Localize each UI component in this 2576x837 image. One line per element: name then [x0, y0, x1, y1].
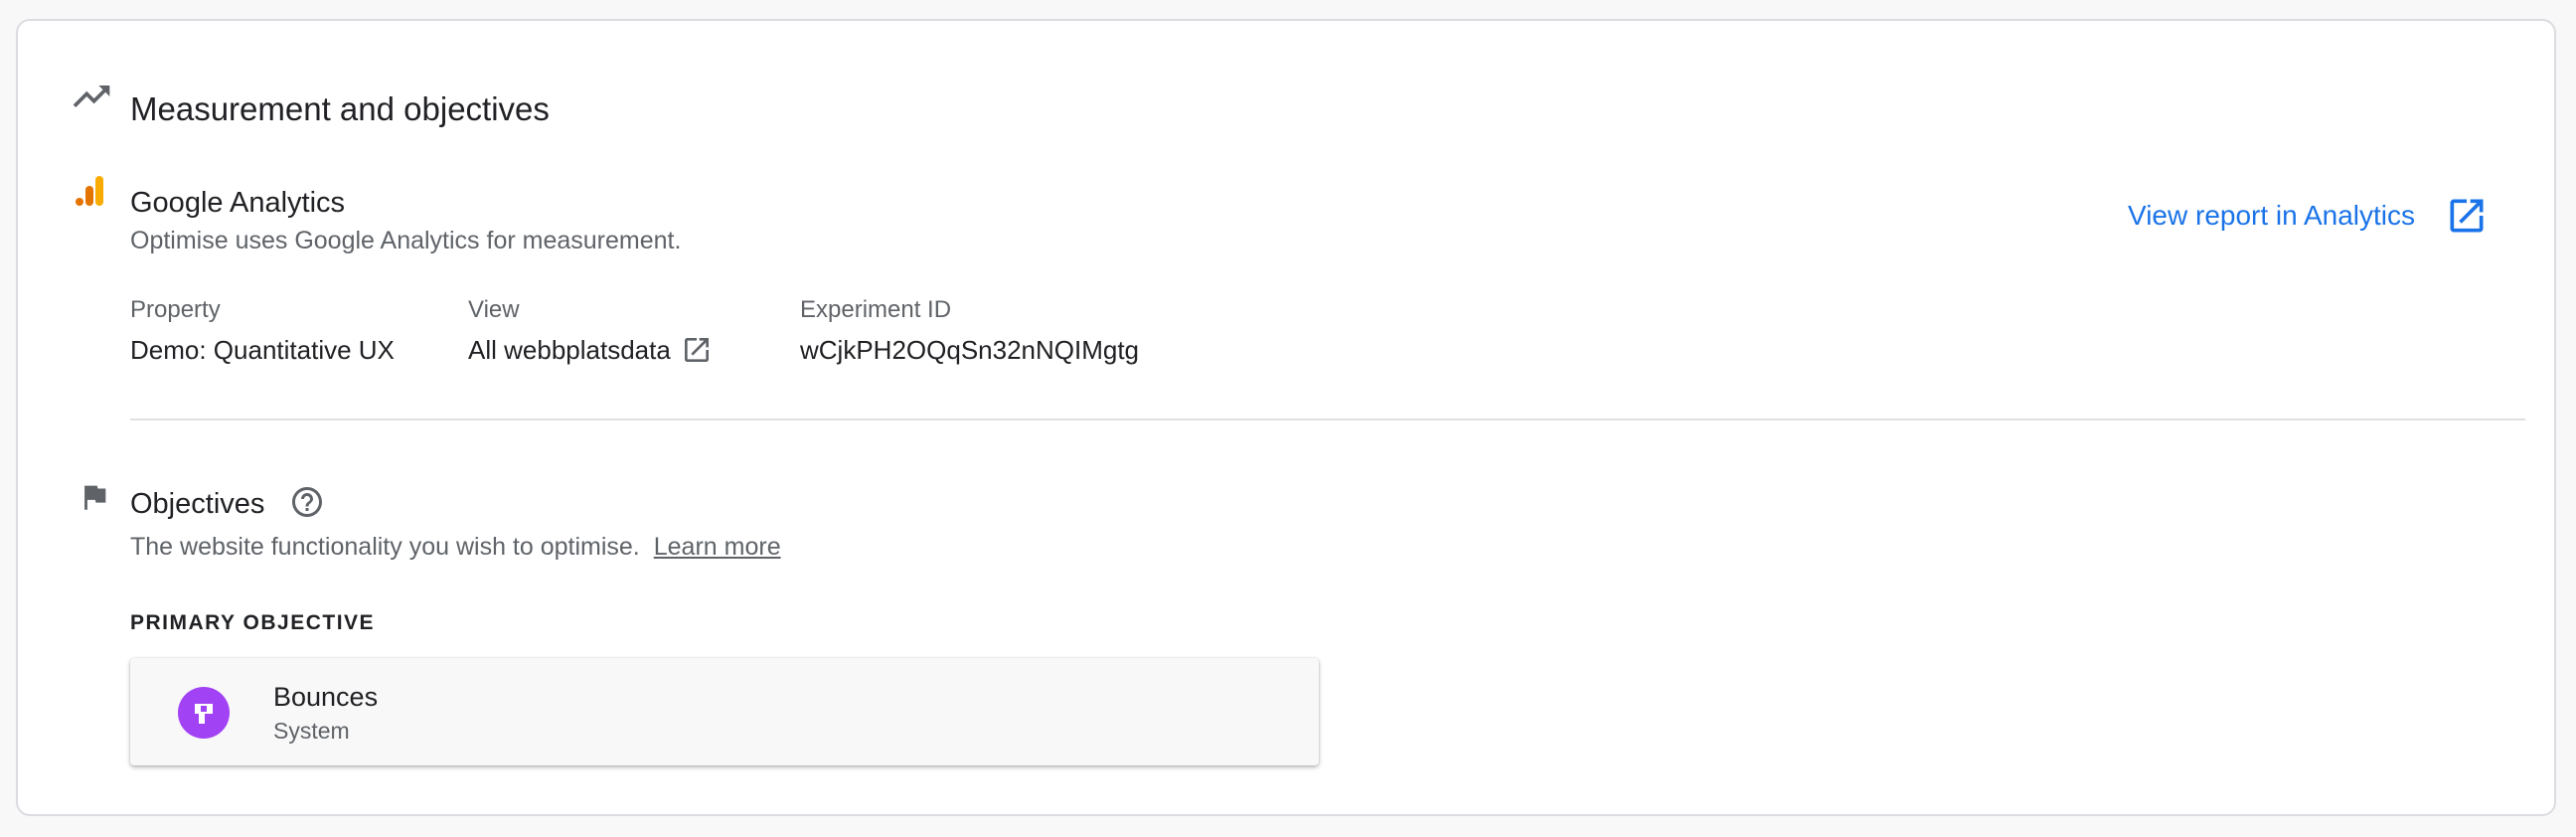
section-title: Measurement and objectives: [130, 90, 550, 127]
trending-up-icon: [70, 75, 113, 118]
view-detail: View All webbplatsdata: [468, 295, 713, 367]
view-report-link[interactable]: View report in Analytics: [2128, 194, 2489, 238]
bounce-icon: [178, 687, 230, 739]
view-label: View: [468, 296, 520, 323]
measurement-objectives-card: Measurement and objectives Google Analyt…: [16, 19, 2556, 816]
property-detail: Property Demo: Quantitative UX: [130, 295, 395, 367]
view-report-label: View report in Analytics: [2128, 200, 2415, 231]
divider: [130, 418, 2525, 420]
primary-objective-heading: PRIMARY OBJECTIVE: [130, 611, 376, 634]
help-circle-icon[interactable]: [289, 484, 325, 520]
learn-more-link[interactable]: Learn more: [654, 533, 781, 561]
analytics-description: Optimise uses Google Analytics for measu…: [130, 227, 682, 254]
objective-name: Bounces: [273, 682, 379, 712]
experiment-id-detail: Experiment ID wCjkPH2OQqSn32nNQIMgtg: [800, 295, 1139, 367]
objectives-description: The website functionality you wish to op…: [130, 533, 640, 561]
experiment-id-value: wCjkPH2OQqSn32nNQIMgtg: [800, 335, 1140, 365]
view-value-link[interactable]: All webbplatsdata: [468, 333, 713, 367]
property-value: Demo: Quantitative UX: [130, 335, 395, 365]
open-in-new-icon: [681, 334, 713, 366]
analytics-title: Google Analytics: [130, 187, 346, 219]
open-in-new-icon: [2445, 194, 2489, 238]
analytics-logo-icon: [76, 170, 105, 210]
view-value: All webbplatsdata: [468, 335, 671, 365]
property-label: Property: [130, 296, 221, 323]
objective-type: System: [273, 718, 350, 744]
primary-objective-card[interactable]: Bounces System: [130, 658, 1319, 765]
experiment-id-label: Experiment ID: [800, 296, 952, 323]
objectives-description-row: The website functionality you wish to op…: [130, 531, 781, 563]
flag-icon: [78, 480, 111, 514]
objectives-title: Objectives: [130, 488, 265, 520]
